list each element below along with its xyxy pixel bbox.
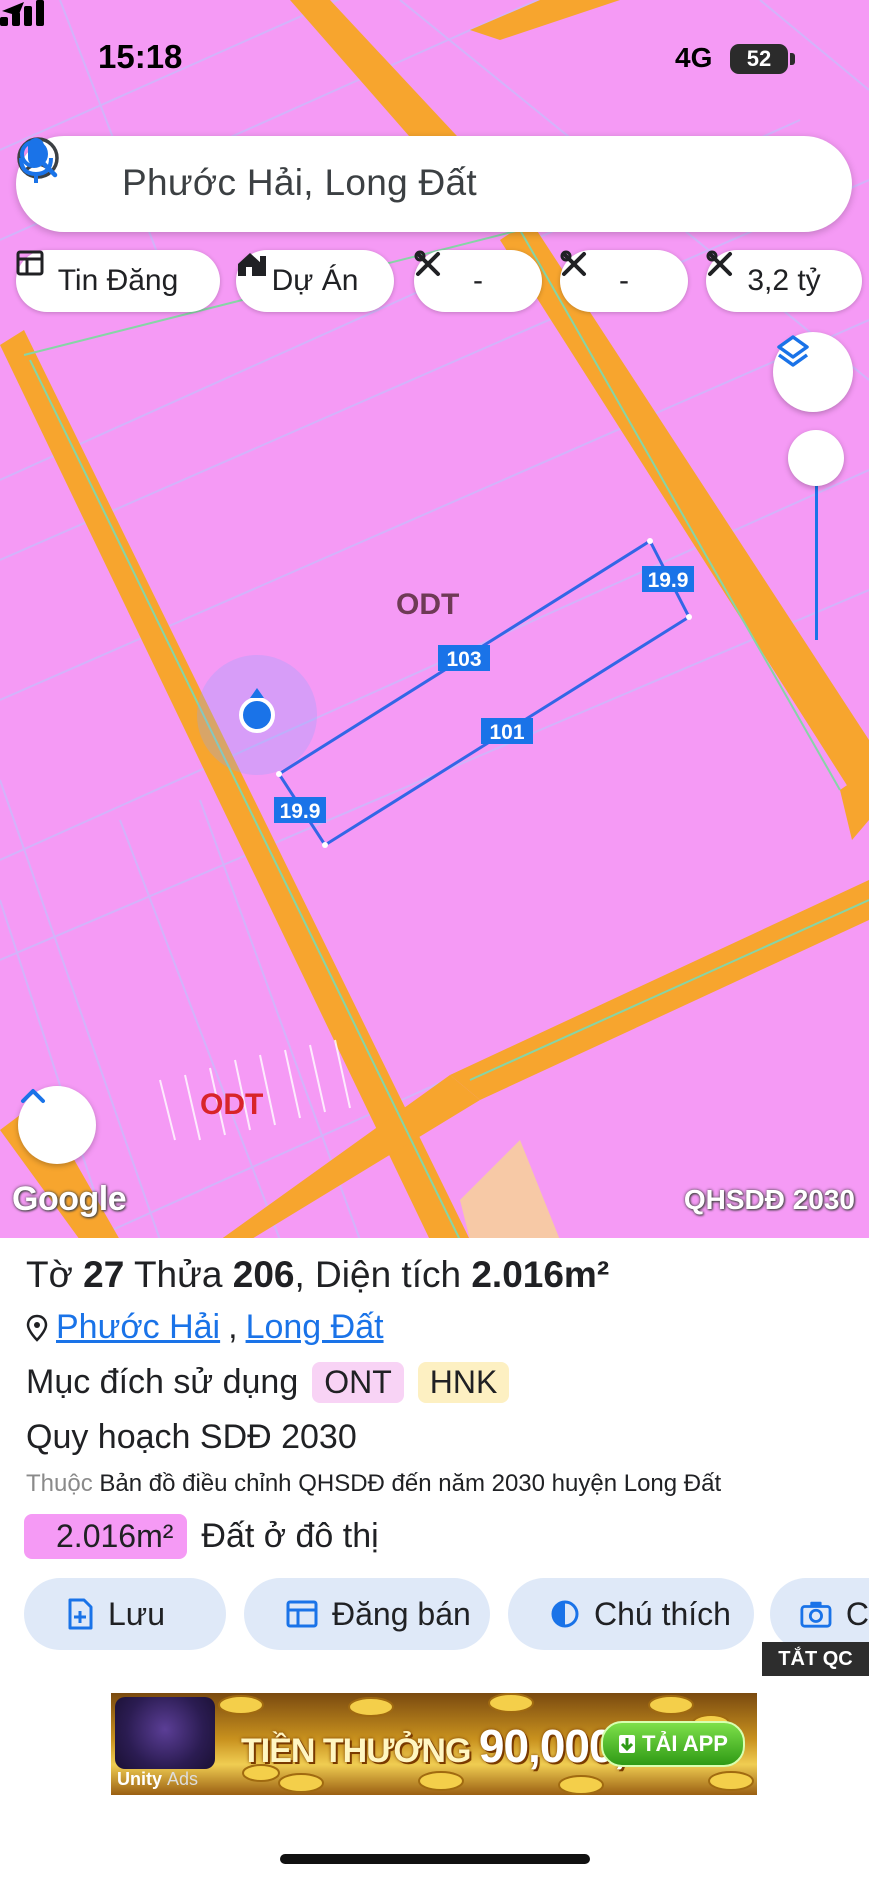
- legend-button[interactable]: Chú thích: [508, 1578, 754, 1650]
- save-label: Lưu: [108, 1595, 166, 1632]
- signal-icon: [0, 0, 44, 26]
- game-character-image: [115, 1697, 215, 1769]
- zone-area-badge: 2.016m²: [24, 1514, 188, 1559]
- price-chip[interactable]: 3,2 tỷ: [706, 250, 862, 312]
- plan-source: Thuộc Bản đồ điều chỉnh QHSDĐ đến năm 20…: [26, 1470, 721, 1498]
- filter-1-value: -: [473, 264, 483, 297]
- layers-button[interactable]: [773, 332, 853, 412]
- camera-button[interactable]: C: [770, 1578, 869, 1650]
- search-input[interactable]: Phước Hải, Long Đất: [122, 162, 477, 204]
- post-sale-label: Đăng bán: [332, 1595, 471, 1632]
- plot-label: Thửa: [133, 1254, 223, 1295]
- price-value: 3,2 tỷ: [747, 264, 821, 297]
- my-location-dot: [239, 697, 275, 733]
- contrast-icon: [551, 1600, 579, 1628]
- sheet-label: Tờ: [26, 1254, 73, 1295]
- listing-icon: [16, 250, 44, 276]
- filter-2-value: -: [619, 264, 629, 297]
- filter-chip-1[interactable]: -: [414, 250, 542, 312]
- tools-icon: [706, 250, 732, 276]
- projects-chip[interactable]: Dự Án: [236, 250, 394, 312]
- tools-icon: [414, 250, 440, 276]
- belongs-text: Bản đồ điều chỉnh QHSDĐ đến năm 2030 huy…: [99, 1470, 722, 1497]
- microphone-icon[interactable]: [16, 136, 56, 186]
- building-icon: [238, 253, 266, 276]
- post-sale-button[interactable]: Đăng bán: [244, 1578, 490, 1650]
- download-app-button[interactable]: TẢI APP: [601, 1721, 745, 1767]
- battery-tip: [790, 53, 795, 65]
- network-type: 4G: [675, 42, 713, 73]
- plan-title: Quy hoạch SDĐ 2030: [26, 1418, 357, 1456]
- area-label: Diện tích: [315, 1254, 462, 1295]
- zone-type: Đất ở đô thị: [201, 1517, 379, 1555]
- location-row: Phước Hải, Long Đất: [26, 1308, 384, 1347]
- google-logo: Google: [12, 1180, 127, 1218]
- purpose-tag: HNK: [417, 1362, 510, 1403]
- listings-label: Tin Đăng: [57, 264, 179, 297]
- zone-label: ODT: [200, 1088, 263, 1121]
- camera-icon: [800, 1601, 832, 1628]
- zone-label: ODT: [396, 588, 459, 621]
- zone-area-row: 2.016m² Đất ở đô thị: [24, 1514, 379, 1559]
- plot-number: 206: [232, 1254, 295, 1295]
- ad-banner[interactable]: TIỀN THƯỞNG 90,000,000Đ TẢI APP Unity Ad…: [111, 1693, 757, 1795]
- search-bar[interactable]: Phước Hải, Long Đất: [16, 136, 852, 232]
- opacity-slider-handle[interactable]: [788, 430, 844, 486]
- edge-label: 19.9: [648, 569, 689, 592]
- close-ad-button[interactable]: TẮT QC: [762, 1642, 869, 1676]
- purpose-label: Mục đích sử dụng: [26, 1363, 299, 1401]
- projects-label: Dự Án: [271, 264, 359, 297]
- expand-sheet-button[interactable]: [18, 1086, 96, 1164]
- parcel-info-sheet: Tờ 27 Thửa 206, Diện tích 2.016m² Phước …: [0, 1238, 869, 1880]
- map-view[interactable]: ODT ODT 19.9 103 101 19.9 15:18 4G 52 Ph…: [0, 0, 869, 1240]
- pin-icon: [26, 1314, 48, 1342]
- home-indicator[interactable]: [280, 1854, 590, 1864]
- ward-link[interactable]: Phước Hải: [56, 1308, 220, 1347]
- ad-network-brand: Unity: [117, 1769, 162, 1789]
- parcel-area: 2.016m²: [471, 1254, 610, 1295]
- battery-level: 52: [746, 46, 772, 71]
- filter-chip-2[interactable]: -: [560, 250, 688, 312]
- ad-network-suffix: Ads: [167, 1769, 199, 1789]
- save-icon: [68, 1598, 93, 1630]
- district-link[interactable]: Long Đất: [246, 1308, 384, 1347]
- legend-label: Chú thích: [594, 1595, 731, 1632]
- edge-label: 101: [489, 721, 524, 744]
- listings-chip[interactable]: Tin Đăng: [16, 250, 220, 312]
- belongs-prefix: Thuộc: [26, 1470, 93, 1497]
- purpose-tag: ONT: [312, 1362, 404, 1403]
- ad-network-label: Unity Ads: [117, 1769, 198, 1790]
- layers-icon: [777, 335, 809, 367]
- battery-icon: 52: [730, 44, 788, 74]
- map-source-label: QHSDĐ 2030: [683, 1184, 855, 1215]
- chevron-up-icon: [21, 1089, 45, 1103]
- purpose-row: Mục đích sử dụng ONT HNK: [26, 1362, 510, 1403]
- parcel-title: Tờ 27 Thửa 206, Diện tích 2.016m²: [26, 1254, 610, 1295]
- download-icon: [619, 1735, 635, 1753]
- listing-icon: [286, 1600, 318, 1628]
- download-label: TẢI APP: [642, 1731, 728, 1756]
- sheet-number: 27: [83, 1254, 125, 1295]
- ad-bonus-label: TIỀN THƯỞNG: [241, 1732, 471, 1770]
- edge-label: 103: [446, 648, 481, 671]
- save-button[interactable]: Lưu: [24, 1578, 226, 1650]
- clock: 15:18: [98, 38, 183, 75]
- status-bar: 15:18 4G 52: [0, 0, 869, 120]
- tools-icon: [560, 250, 586, 276]
- camera-label: C: [845, 1595, 869, 1632]
- edge-label: 19.9: [280, 800, 321, 823]
